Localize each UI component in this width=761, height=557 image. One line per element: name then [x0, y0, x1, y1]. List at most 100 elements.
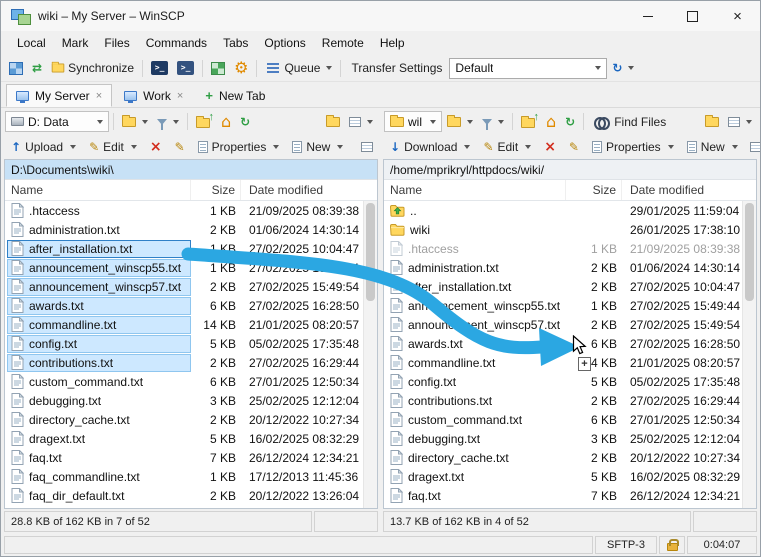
column-header-date-modified[interactable]: Date modified — [622, 180, 756, 200]
file-row[interactable]: dragext.txt 5 KB 16/02/2025 08:32:29 — [384, 467, 742, 486]
find-files-button[interactable]: Find Files — [588, 111, 672, 132]
remote-directory-combo[interactable]: wil — [384, 111, 442, 132]
remote-bookmarks-button[interactable] — [443, 111, 477, 133]
file-row[interactable]: custom_command.txt 6 KB 27/01/2025 12:50… — [384, 410, 742, 429]
file-row[interactable]: wiki 26/01/2025 17:38:10 — [384, 220, 742, 239]
local-refresh-button[interactable]: ↻ — [236, 111, 254, 133]
file-row[interactable]: after_installation.txt 1 KB 27/02/2025 1… — [5, 239, 363, 258]
file-row[interactable]: debugging.txt 3 KB 25/02/2025 12:12:04 — [5, 391, 363, 410]
file-row[interactable]: directory_cache.txt 2 KB 20/12/2022 10:2… — [5, 410, 363, 429]
sync-browsing-button[interactable]: ⇄ — [28, 57, 46, 79]
file-row[interactable]: directory_cache.txt 2 KB 20/12/2022 10:2… — [384, 448, 742, 467]
file-row[interactable]: faq.txt 7 KB 26/12/2024 12:34:21 — [384, 486, 742, 505]
rename-button[interactable]: ✎ — [169, 136, 191, 157]
scrollbar-thumb[interactable] — [366, 203, 375, 301]
file-row[interactable]: contributions.txt 2 KB 27/02/2025 16:29:… — [5, 353, 363, 372]
properties-button[interactable]: Properties — [586, 136, 680, 157]
remote-view-mode-button[interactable] — [724, 111, 756, 133]
column-header-name[interactable]: Name — [5, 180, 191, 200]
file-row[interactable]: debugging.txt 3 KB 25/02/2025 12:12:04 — [384, 429, 742, 448]
file-row[interactable]: .. 29/01/2025 11:59:04 — [384, 201, 742, 220]
file-row[interactable]: announcement_winscp57.txt 2 KB 27/02/202… — [5, 277, 363, 296]
minimize-button[interactable] — [625, 1, 670, 31]
tab-my-server[interactable]: My Server × — [6, 84, 112, 107]
delete-button[interactable]: × — [144, 136, 168, 157]
file-row[interactable]: commandline.txt 14 KB 21/01/2025 08:20:5… — [5, 315, 363, 334]
menu-local[interactable]: Local — [9, 33, 54, 53]
remote-home-button[interactable]: ⌂ — [542, 111, 560, 133]
file-row[interactable]: administration.txt 2 KB 01/06/2024 14:30… — [384, 258, 742, 277]
file-row[interactable]: dragext.txt 5 KB 16/02/2025 08:32:29 — [5, 429, 363, 448]
menu-mark[interactable]: Mark — [54, 33, 97, 53]
edit-button[interactable]: ✎Edit — [83, 136, 143, 157]
local-parent-directory-button[interactable]: ↑ — [192, 111, 216, 133]
file-row[interactable]: config.txt 5 KB 05/02/2025 17:35:48 — [384, 372, 742, 391]
remote-refresh-button[interactable]: ↻ — [561, 111, 579, 133]
menu-help[interactable]: Help — [372, 33, 413, 53]
menu-commands[interactable]: Commands — [138, 33, 215, 53]
tab-work[interactable]: Work × — [114, 84, 193, 107]
menu-files[interactable]: Files — [96, 33, 137, 53]
new-button[interactable]: New — [681, 136, 744, 157]
tab-close-icon[interactable]: × — [177, 90, 183, 102]
column-header-size[interactable]: Size — [191, 180, 241, 200]
local-drive-combo[interactable]: D: Data — [5, 111, 109, 132]
file-row[interactable]: custom_command.txt 6 KB 27/01/2025 12:50… — [5, 372, 363, 391]
file-row[interactable]: announcement_winscp55.txt 1 KB 27/02/202… — [384, 296, 742, 315]
putty-console-button[interactable]: >_ — [147, 57, 172, 79]
properties-button[interactable]: Properties — [192, 136, 286, 157]
remote-parent-directory-button[interactable]: ↑ — [517, 111, 541, 133]
menu-options[interactable]: Options — [256, 33, 313, 53]
file-row[interactable]: after_installation.txt 2 KB 27/02/2025 1… — [384, 277, 742, 296]
scrollbar-thumb[interactable] — [745, 203, 754, 301]
download-button[interactable]: ↓Download — [384, 136, 476, 157]
local-bookmarks-button[interactable] — [118, 111, 152, 133]
encryption-indicator[interactable] — [659, 536, 685, 554]
delete-button[interactable]: × — [538, 136, 562, 157]
file-row[interactable]: faq_commandline.txt 1 KB 17/12/2013 11:4… — [5, 467, 363, 486]
remote-path-bar[interactable]: /home/mprikryl/httpdocs/wiki/ — [384, 160, 756, 180]
file-row[interactable]: contributions.txt 2 KB 27/02/2025 16:29:… — [384, 391, 742, 410]
local-path-bar[interactable]: D:\Documents\wiki\ — [5, 160, 377, 180]
column-header-size[interactable]: Size — [566, 180, 622, 200]
local-filter-button[interactable] — [153, 111, 183, 133]
file-row[interactable]: awards.txt 6 KB 27/02/2025 16:28:50 — [5, 296, 363, 315]
local-view-list-button[interactable] — [357, 136, 377, 158]
column-header-date-modified[interactable]: Date modified — [241, 180, 377, 200]
file-row[interactable]: administration.txt 2 KB 01/06/2024 14:30… — [5, 220, 363, 239]
file-row[interactable]: .htaccess 1 KB 21/09/2025 08:39:38 — [384, 239, 742, 258]
transfer-preset-combo[interactable]: Default — [449, 58, 607, 79]
file-row[interactable]: announcement_winscp57.txt 2 KB 27/02/202… — [384, 315, 742, 334]
file-row[interactable]: announcement_winscp55.txt 1 KB 27/02/202… — [5, 258, 363, 277]
preferences-button[interactable]: ⚙ — [230, 57, 252, 79]
remote-view-list-button[interactable] — [746, 136, 761, 158]
file-row[interactable]: faq_dir_default.txt 2 KB 20/12/2022 13:2… — [5, 486, 363, 505]
edit-button[interactable]: ✎Edit — [477, 136, 537, 157]
menu-remote[interactable]: Remote — [314, 33, 372, 53]
synchronize-button[interactable]: Synchronize — [47, 57, 138, 79]
file-row[interactable]: faq.txt 7 KB 26/12/2024 12:34:21 — [5, 448, 363, 467]
file-row[interactable]: commandline.txt 14 KB 21/01/2025 08:20:5… — [384, 353, 742, 372]
queue-button[interactable]: Queue — [261, 57, 336, 79]
remote-filter-button[interactable] — [478, 111, 508, 133]
new-button[interactable]: New — [286, 136, 349, 157]
local-scrollbar[interactable] — [363, 201, 377, 508]
column-header-name[interactable]: Name — [384, 180, 566, 200]
maximize-button[interactable] — [670, 1, 715, 31]
upload-button[interactable]: ↑Upload — [5, 136, 82, 157]
remote-scrollbar[interactable] — [742, 201, 756, 508]
tab-new-tab[interactable]: + New Tab — [195, 84, 275, 107]
transfer-settings-label[interactable]: Transfer Settings — [345, 61, 448, 75]
remote-open-dir-button[interactable] — [701, 111, 723, 133]
close-button[interactable]: × — [715, 1, 760, 31]
local-open-dir-button[interactable] — [322, 111, 344, 133]
menu-tabs[interactable]: Tabs — [215, 33, 256, 53]
local-view-mode-button[interactable] — [345, 111, 377, 133]
file-row[interactable]: config.txt 5 KB 05/02/2025 17:35:48 — [5, 334, 363, 353]
session-grid-button[interactable] — [5, 57, 27, 79]
local-home-button[interactable]: ⌂ — [217, 111, 235, 133]
rename-button[interactable]: ✎ — [563, 136, 585, 157]
file-row[interactable]: awards.txt 6 KB 27/02/2025 16:28:50 — [384, 334, 742, 353]
terminal-button[interactable]: >_ — [173, 57, 198, 79]
file-row[interactable]: .htaccess 1 KB 21/09/2025 08:39:38 — [5, 201, 363, 220]
